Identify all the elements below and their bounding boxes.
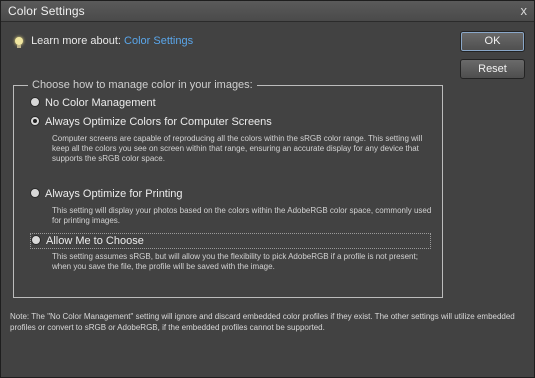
learn-more-row: Learn more about: Color Settings [15,35,193,48]
footnote: Note: The "No Color Management" setting … [10,312,515,332]
option-optimize-printing[interactable]: Always Optimize for Printing [30,187,183,201]
window-title: Color Settings [8,4,85,18]
lightbulb-icon [15,37,23,48]
group-legend: Choose how to manage color in your image… [28,79,257,91]
option-description: This setting will display your photos ba… [52,206,432,225]
option-label: Always Optimize Colors for Computer Scre… [45,116,272,128]
close-icon[interactable]: x [521,3,528,19]
ok-button[interactable]: OK [460,31,525,52]
color-management-group: Choose how to manage color in your image… [13,79,443,298]
radio-button[interactable] [31,235,41,246]
option-label: Always Optimize for Printing [45,188,183,200]
radio-button-selected[interactable] [30,116,40,127]
option-no-color-management[interactable]: No Color Management [30,96,156,110]
learn-more-prefix: Learn more about: [31,35,121,47]
option-optimize-screens[interactable]: Always Optimize Colors for Computer Scre… [30,115,272,129]
option-label: No Color Management [45,97,156,109]
option-allow-me-to-choose[interactable]: Allow Me to Choose [30,233,431,249]
title-bar: Color Settings x [1,1,534,22]
radio-button[interactable] [30,188,40,199]
option-description: Computer screens are capable of reproduc… [52,134,423,163]
color-settings-dialog: Color Settings x Learn more about: Color… [0,0,535,378]
radio-button[interactable] [30,97,40,108]
option-description: This setting assumes sRGB, but will allo… [52,252,418,271]
color-settings-help-link[interactable]: Color Settings [124,35,193,47]
reset-button[interactable]: Reset [460,59,525,79]
option-label: Allow Me to Choose [46,235,144,247]
